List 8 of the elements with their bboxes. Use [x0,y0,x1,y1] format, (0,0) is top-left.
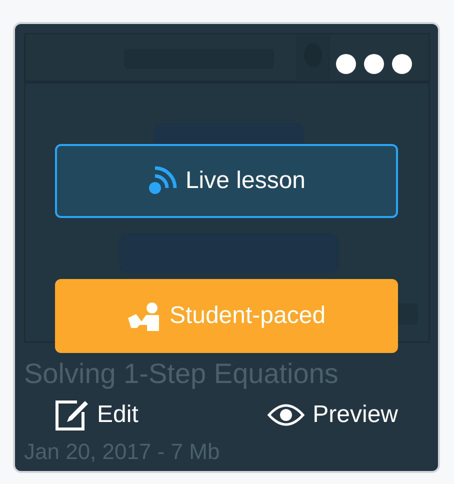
broadcast-icon [147,166,178,196]
eye-icon [266,402,305,428]
live-lesson-button[interactable]: Live lesson [55,144,398,218]
edit-button[interactable]: Edit [55,397,138,433]
preview-button[interactable]: Preview [266,397,398,433]
more-button[interactable] [336,54,412,74]
edit-icon [55,399,89,431]
student-reading-icon [127,301,162,331]
